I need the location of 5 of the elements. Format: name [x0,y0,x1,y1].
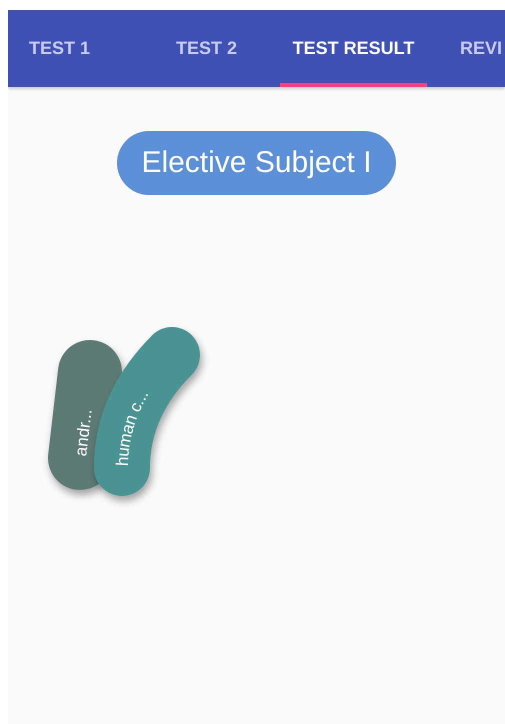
tab[interactable]: TEST RESULT [280,10,427,87]
subject-title: Elective Subject I [117,131,396,195]
tab[interactable]: TEST 2 [133,10,280,87]
tab[interactable]: REVI [427,10,505,87]
tab[interactable]: TEST 1 [8,10,133,87]
